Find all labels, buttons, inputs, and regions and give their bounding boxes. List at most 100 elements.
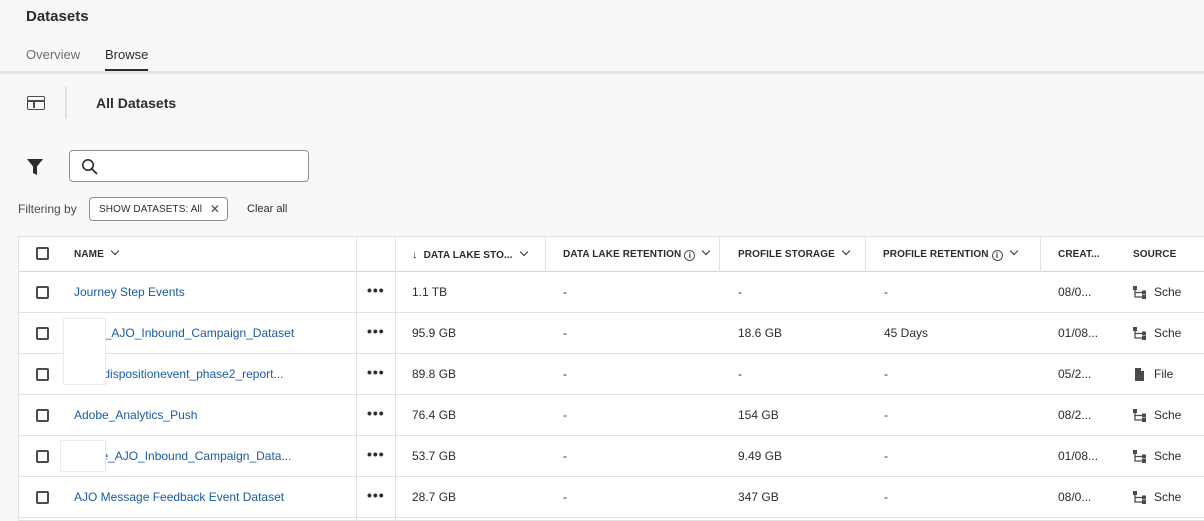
chevron-down-icon [110,246,120,256]
datasets-table: NAME ↓ DATA LAKE STO... DATA LAKE RETENTI… [18,236,1204,521]
data-lake-retention-cell: - [563,408,567,422]
column-header-label: CREAT... [1058,249,1100,260]
search-icon [82,159,98,175]
info-icon[interactable]: i [684,250,696,261]
source-cell: Sche [1154,326,1182,340]
column-header-source[interactable]: SOURCE [1133,237,1176,272]
column-separator [865,237,866,272]
column-header-profile-storage[interactable]: PROFILE STORAGE [738,237,851,272]
dataset-name-link[interactable]: AJO Message Feedback Event Dataset [74,490,284,504]
select-all-checkbox[interactable] [36,247,49,260]
column-header-data-lake-retention[interactable]: DATA LAKE RETENTION i [563,237,711,272]
table-header: NAME ↓ DATA LAKE STO... DATA LAKE RETENTI… [19,237,1204,272]
source-cell: Sche [1154,408,1182,422]
profile-storage-cell: 18.6 GB [738,326,783,340]
profile-retention-cell: - [884,490,888,504]
more-actions-icon[interactable]: ••• [367,446,385,462]
tab-overview[interactable]: Overview [26,47,80,62]
redaction-box [60,440,106,472]
created-cell: 01/08... [1058,449,1099,463]
filter-icon[interactable] [27,158,43,176]
data-lake-retention-cell: - [563,285,567,299]
schema-icon [1133,491,1146,504]
column-header-label: PROFILE STORAGE [738,249,835,260]
file-icon [1135,368,1144,381]
profile-storage-cell: - [738,367,742,381]
info-icon[interactable]: i [991,250,1003,261]
data-lake-storage-cell: 1.1 TB [412,285,448,299]
column-separator [545,237,546,272]
created-cell: 05/2... [1058,367,1092,381]
profile-retention-cell: - [884,367,888,381]
column-header-profile-retention[interactable]: PROFILE RETENTION i [883,237,1018,272]
more-actions-icon[interactable]: ••• [367,323,385,339]
profile-retention-cell: - [884,285,888,299]
table-row[interactable]: d_ajodispositionevent_phase2_report... ••… [19,354,1204,395]
row-checkbox[interactable] [36,368,49,381]
dataset-name-link[interactable]: Journey Step Events [74,285,185,299]
filtering-label: Filtering by [18,202,77,216]
data-lake-storage-cell: 95.9 GB [412,326,457,340]
created-cell: 08/2... [1058,408,1092,422]
search-box[interactable] [69,150,309,182]
table-body: Journey Step Events ••• 1.1 TB - - - 08/0... Sc… [19,272,1204,518]
column-header-data-lake-storage[interactable]: ↓ DATA LAKE STO... [412,237,528,272]
data-lake-storage-cell: 28.7 GB [412,490,457,504]
table-row[interactable]: Event_AJO_Inbound_Campaign_Dataset ••• 95.… [19,313,1204,354]
clear-all-link[interactable]: Clear all [247,203,287,215]
column-header-name[interactable]: NAME [74,237,120,272]
column-separator [395,237,396,272]
column-header-label: DATA LAKE STO... [423,250,513,261]
section-title: All Datasets [96,95,177,111]
row-checkbox[interactable] [36,409,49,422]
divider [65,87,67,119]
sort-arrow-icon: ↓ [412,249,418,261]
close-icon[interactable]: ✕ [210,202,220,216]
profile-retention-cell: 45 Days [884,326,929,340]
created-cell: 01/08... [1058,326,1099,340]
chevron-down-icon [519,247,528,257]
data-lake-retention-cell: - [563,367,567,381]
more-actions-icon[interactable]: ••• [367,405,385,421]
column-header-label: PROFILE RETENTION [883,249,989,260]
sidebar-toggle-icon[interactable] [27,96,45,110]
row-checkbox[interactable] [36,327,49,340]
table-row[interactable]: Profile_AJO_Inbound_Campaign_Data... ••• 5… [19,436,1204,477]
source-cell: Sche [1154,285,1182,299]
column-header-label: DATA LAKE RETENTION [563,249,682,260]
row-checkbox[interactable] [36,491,49,504]
data-lake-storage-cell: 53.7 GB [412,449,457,463]
dataset-name-link[interactable]: Profile_AJO_Inbound_Campaign_Data... [74,449,291,463]
source-cell: Sche [1154,449,1182,463]
table-row[interactable]: Journey Step Events ••• 1.1 TB - - - 08/0... Sc… [19,272,1204,313]
filter-tag[interactable]: SHOW DATASETS: All ✕ [89,197,228,221]
schema-icon [1133,409,1146,422]
profile-storage-cell: 9.49 GB [738,449,783,463]
data-lake-storage-cell: 89.8 GB [412,367,457,381]
dataset-name-link[interactable]: Event_AJO_Inbound_Campaign_Dataset [74,326,294,340]
more-actions-icon[interactable]: ••• [367,487,385,503]
tab-browse[interactable]: Browse [105,47,148,62]
data-lake-retention-cell: - [563,449,567,463]
search-input[interactable] [106,155,302,177]
table-row[interactable]: AJO Message Feedback Event Dataset ••• 28.… [19,477,1204,518]
column-header-created[interactable]: CREAT... [1058,237,1100,272]
dataset-name-link[interactable]: Adobe_Analytics_Push [74,408,197,422]
table-row[interactable]: Adobe_Analytics_Push ••• 76.4 GB - 154 GB - 08… [19,395,1204,436]
more-actions-icon[interactable]: ••• [367,282,385,298]
row-checkbox[interactable] [36,450,49,463]
profile-retention-cell: - [884,408,888,422]
data-lake-storage-cell: 76.4 GB [412,408,457,422]
column-header-label: SOURCE [1133,249,1177,260]
data-lake-retention-cell: - [563,490,567,504]
profile-retention-cell: - [884,449,888,463]
active-tab-indicator [105,69,148,71]
more-actions-icon[interactable]: ••• [367,364,385,380]
profile-storage-cell: 347 GB [738,490,779,504]
chevron-down-icon [841,246,851,256]
row-checkbox[interactable] [36,286,49,299]
page-header: Datasets Overview Browse [0,0,1204,74]
column-separator [1040,237,1041,272]
created-cell: 08/0... [1058,285,1092,299]
column-separator [719,237,720,272]
